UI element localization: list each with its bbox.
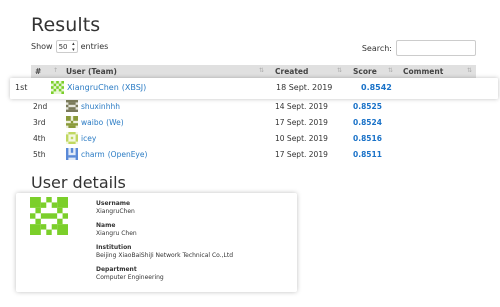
row-user[interactable]: XiangruChen (XBSJ) xyxy=(51,81,146,94)
row-user[interactable]: charm (OpenEye) xyxy=(66,148,147,160)
row-created: 17 Sept. 2019 xyxy=(275,118,328,127)
row-rank: 3rd xyxy=(33,118,46,127)
name-field: Name Xiangru Chen xyxy=(96,222,137,238)
search-label: Search: xyxy=(361,43,392,53)
entries-label: entries xyxy=(80,42,109,51)
header-rank[interactable]: # xyxy=(35,67,41,76)
user-link[interactable]: shuxinhhh xyxy=(81,102,120,111)
row-score: 0.8525 xyxy=(353,102,382,111)
table-row[interactable]: 3rd waibo (We) 17 Sept. 2019 0.8524 xyxy=(31,115,476,131)
table-row[interactable]: 2nd shuxinhhh 14 Sept. 2019 0.8525 xyxy=(31,99,476,115)
entries-select[interactable]: 50 ▴ ▾ xyxy=(55,40,78,53)
table-row[interactable]: 5th charm (OpenEye) 17 Sept. 2019 0.8511 xyxy=(31,147,476,163)
team-link[interactable]: (We) xyxy=(106,118,123,127)
department-field: Department Computer Engineering xyxy=(96,266,164,282)
username-value: XiangruChen xyxy=(96,208,135,215)
table-row[interactable]: 4th icey 10 Sept. 2019 0.8516 xyxy=(31,131,476,147)
user-link[interactable]: XiangruChen xyxy=(67,83,119,92)
header-score[interactable]: Score xyxy=(353,67,377,76)
row-score: 0.8542 xyxy=(361,83,392,92)
username-label: Username xyxy=(96,200,131,207)
identicon-avatar xyxy=(51,81,64,94)
table-row-highlighted[interactable]: 1st XiangruChen (XBSJ) 18 Sept. 2019 0.8… xyxy=(10,78,498,99)
identicon-avatar xyxy=(66,132,78,144)
row-rank: 5th xyxy=(33,150,46,159)
select-arrow-icon: ▴ ▾ xyxy=(72,40,75,53)
header-user[interactable]: User (Team) xyxy=(66,67,117,76)
row-score: 0.8511 xyxy=(353,150,382,159)
row-rank: 2nd xyxy=(33,102,48,111)
user-link[interactable]: waibo xyxy=(81,118,103,127)
results-heading: Results xyxy=(31,14,101,36)
institution-value: Beijing XiaoBaiShiJi Network Technical C… xyxy=(96,252,234,259)
row-user[interactable]: shuxinhhh xyxy=(66,100,120,112)
user-details-card: Username XiangruChen Name Xiangru Chen I… xyxy=(16,193,297,292)
row-created: 18 Sept. 2019 xyxy=(276,83,333,92)
sort-icon[interactable]: ⇅ xyxy=(337,67,342,74)
identicon-avatar xyxy=(30,197,68,235)
identicon-avatar xyxy=(66,148,78,160)
row-rank: 4th xyxy=(33,134,46,143)
row-rank: 1st xyxy=(15,83,28,92)
entries-control: Show 50 ▴ ▾ entries xyxy=(31,40,108,53)
username-field: Username XiangruChen xyxy=(96,200,135,216)
row-user[interactable]: waibo (We) xyxy=(66,116,124,128)
entries-value: 50 xyxy=(58,42,68,51)
identicon-avatar xyxy=(66,116,78,128)
department-label: Department xyxy=(96,266,137,273)
user-link[interactable]: charm xyxy=(81,150,105,159)
header-comment[interactable]: Comment xyxy=(403,67,443,76)
team-link[interactable]: (XBSJ) xyxy=(122,83,147,92)
sort-icon[interactable]: ⇅ xyxy=(467,67,472,74)
department-value: Computer Engineering xyxy=(96,274,164,281)
user-details-heading: User details xyxy=(31,173,126,192)
identicon-avatar xyxy=(66,100,78,112)
row-created: 17 Sept. 2019 xyxy=(275,150,328,159)
sort-icon[interactable]: ⇅ xyxy=(259,67,264,74)
name-label: Name xyxy=(96,222,116,229)
row-created: 14 Sept. 2019 xyxy=(275,102,328,111)
show-label: Show xyxy=(31,42,53,51)
search-control: Search: xyxy=(362,40,476,56)
team-link[interactable]: (OpenEye) xyxy=(108,150,148,159)
institution-field: Institution Beijing XiaoBaiShiJi Network… xyxy=(96,244,233,260)
search-input[interactable] xyxy=(396,40,476,56)
row-user[interactable]: icey xyxy=(66,132,96,144)
institution-label: Institution xyxy=(96,244,132,251)
name-value: Xiangru Chen xyxy=(96,230,137,237)
row-created: 10 Sept. 2019 xyxy=(275,134,328,143)
table-header: # ↑ User (Team) ⇅ Created ⇅ Score ⇅ Comm… xyxy=(31,65,476,78)
row-score: 0.8516 xyxy=(353,134,382,143)
user-link[interactable]: icey xyxy=(81,134,96,143)
header-created[interactable]: Created xyxy=(275,67,308,76)
row-score: 0.8524 xyxy=(353,118,382,127)
sort-icon[interactable]: ⇅ xyxy=(388,67,393,74)
sort-icon[interactable]: ↑ xyxy=(53,67,58,74)
